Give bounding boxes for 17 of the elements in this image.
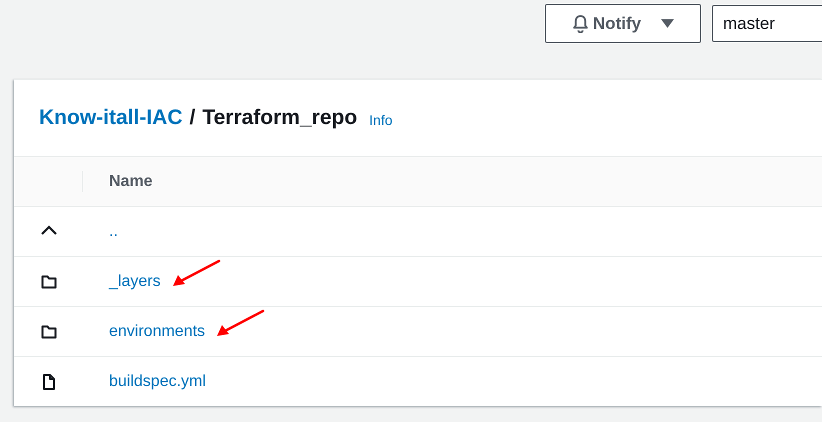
bell-icon	[572, 14, 589, 33]
file-link[interactable]: _layers	[109, 272, 161, 290]
breadcrumb-separator: /	[189, 106, 196, 130]
column-header: Name	[109, 172, 153, 190]
info-link[interactable]: Info	[369, 112, 393, 128]
annotation-arrow	[215, 308, 266, 336]
file-link[interactable]: environments	[109, 322, 206, 340]
caret-icon	[661, 18, 674, 29]
file-link[interactable]: buildspec.yml	[109, 372, 206, 390]
repository-link[interactable]: Know-itall-IAC	[39, 106, 182, 130]
folder-title: Terraform_repo	[202, 106, 358, 130]
branch-field[interactable]: master	[712, 5, 822, 42]
file-link[interactable]: ..	[109, 222, 118, 240]
folder-icon	[40, 322, 58, 340]
annotation-arrow	[170, 258, 221, 286]
folder-icon	[40, 272, 58, 290]
notify-button[interactable]: Notify	[545, 4, 701, 43]
